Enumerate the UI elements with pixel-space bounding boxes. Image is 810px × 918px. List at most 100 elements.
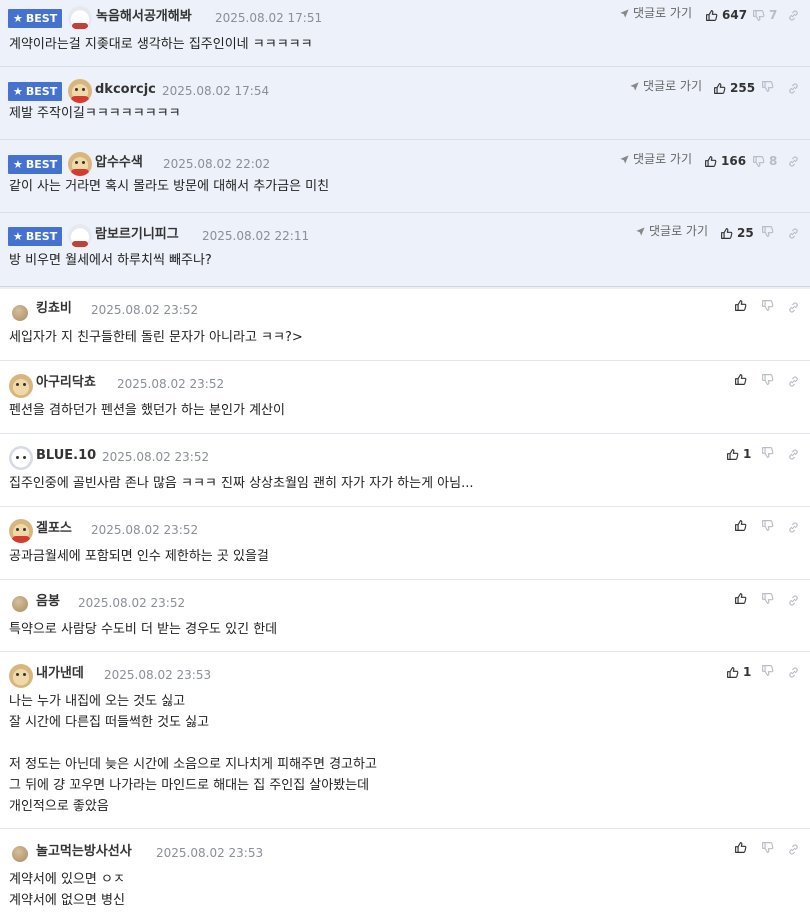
avatar[interactable] [9, 446, 33, 470]
nickname[interactable]: 녹음해서공개해봐 [96, 9, 192, 25]
avatar[interactable] [9, 519, 33, 543]
avatar[interactable] [68, 6, 92, 30]
link-icon [787, 227, 800, 240]
reply-label: 댓글로 가기 [643, 79, 703, 93]
downvote-button[interactable] [761, 664, 778, 677]
downvote-button[interactable]: 8 [752, 153, 777, 169]
thumb-down-icon [761, 446, 774, 459]
avatar[interactable] [68, 79, 92, 103]
nickname[interactable]: 람보르기니피그 [95, 227, 179, 243]
copy-link-button[interactable] [787, 520, 800, 534]
avatar[interactable] [12, 305, 28, 321]
upvote-button[interactable] [734, 841, 751, 854]
downvote-button[interactable] [761, 299, 778, 312]
thumb-up-icon [734, 592, 747, 605]
avatar[interactable] [12, 596, 28, 612]
star-icon: ★ [13, 85, 23, 98]
nickname[interactable]: 아구리닥쵸 [36, 375, 96, 391]
nickname[interactable]: 압수수색 [95, 155, 143, 171]
reply-link[interactable]: 댓글로 가기 [635, 223, 708, 239]
copy-link-button[interactable] [787, 300, 800, 314]
comment-text: 계약이라는걸 지좆대로 생각하는 집주인이네 ㅋㅋㅋㅋㅋ [9, 37, 313, 52]
copy-link-button[interactable] [787, 842, 800, 856]
timestamp: 2025.08.02 23:52 [91, 523, 199, 537]
avatar[interactable] [68, 224, 92, 248]
reply-link[interactable]: 댓글로 가기 [629, 78, 702, 94]
thumb-up-icon [734, 519, 747, 532]
timestamp: 2025.08.02 23:52 [78, 596, 186, 610]
timestamp: 2025.08.02 23:52 [117, 377, 225, 391]
upvote-button[interactable] [734, 519, 751, 532]
comment-list: ★ BEST 녹음해서공개해봐 2025.08.02 17:51 댓글로 가기 6… [0, 0, 810, 918]
nickname[interactable]: 내가낸데 [36, 666, 84, 682]
thumb-down-icon [761, 592, 774, 605]
upvote-button[interactable]: 647 [705, 7, 747, 23]
copy-link-button[interactable] [787, 665, 800, 679]
upvote-button[interactable]: 255 [713, 80, 755, 96]
reply-link[interactable]: 댓글로 가기 [619, 151, 692, 167]
link-icon [787, 375, 800, 388]
upvote-button[interactable] [734, 592, 751, 605]
copy-link-button[interactable] [787, 593, 800, 607]
copy-link-button[interactable] [787, 226, 800, 240]
pointer-icon [619, 8, 630, 19]
upvote-count: 166 [721, 154, 747, 168]
upvote-button[interactable]: 1 [726, 446, 751, 462]
best-badge-label: BEST [25, 12, 58, 25]
copy-link-button[interactable] [787, 8, 800, 22]
thumb-up-icon [720, 227, 733, 240]
thumb-down-icon [761, 841, 774, 854]
upvote-count: 647 [722, 8, 748, 22]
avatar[interactable] [12, 846, 28, 862]
downvote-button[interactable] [761, 80, 778, 93]
link-icon [787, 521, 800, 534]
nickname[interactable]: 음봉 [36, 594, 60, 610]
downvote-button[interactable] [761, 592, 778, 605]
reply-label: 댓글로 가기 [633, 152, 693, 166]
thumb-up-icon [705, 9, 718, 22]
comment-item: ★ BEST 녹음해서공개해봐 2025.08.02 17:51 댓글로 가기 6… [0, 0, 810, 67]
downvote-button[interactable] [761, 446, 778, 459]
downvote-button[interactable] [761, 373, 778, 386]
upvote-button[interactable]: 1 [726, 664, 751, 680]
nickname[interactable]: 킹쵸비 [36, 301, 72, 317]
upvote-count: 1 [743, 447, 752, 461]
thumb-down-icon [761, 373, 774, 386]
thumb-down-icon [761, 664, 774, 677]
upvote-button[interactable] [734, 299, 751, 312]
downvote-button[interactable]: 7 [752, 7, 777, 23]
upvote-count: 1 [743, 665, 752, 679]
comment-text: 계약서에 있으면 ㅇㅈ 계약서에 없으면 병신 [9, 872, 125, 908]
copy-link-button[interactable] [787, 374, 800, 388]
nickname[interactable]: dkcorcjc [95, 82, 156, 98]
thumb-up-icon [726, 448, 739, 461]
avatar[interactable] [9, 664, 33, 688]
timestamp: 2025.08.02 22:02 [163, 157, 271, 171]
upvote-button[interactable]: 166 [704, 153, 746, 169]
best-badge: ★ BEST [8, 82, 63, 101]
link-icon [787, 301, 800, 314]
thumb-down-icon [761, 225, 774, 238]
best-badge: ★ BEST [8, 155, 63, 174]
nickname[interactable]: 놀고먹는방사선사 [36, 844, 132, 860]
downvote-button[interactable] [761, 519, 778, 532]
nickname[interactable]: BLUE.10 [36, 448, 96, 464]
timestamp: 2025.08.02 23:52 [91, 303, 199, 317]
copy-link-button[interactable] [787, 81, 800, 95]
copy-link-button[interactable] [787, 447, 800, 461]
comment-item: ★ BEST 압수수색 2025.08.02 22:02 댓글로 가기 166 8… [0, 140, 810, 213]
thumb-up-icon [726, 666, 739, 679]
downvote-button[interactable] [761, 841, 778, 854]
reply-link[interactable]: 댓글로 가기 [619, 5, 692, 21]
upvote-button[interactable]: 25 [720, 225, 754, 241]
best-badge: ★ BEST [8, 9, 63, 28]
upvote-button[interactable] [734, 373, 751, 386]
downvote-count: 8 [769, 154, 778, 168]
nickname[interactable]: 겔포스 [36, 521, 72, 537]
avatar[interactable] [68, 152, 92, 176]
copy-link-button[interactable] [787, 154, 800, 168]
timestamp: 2025.08.02 17:51 [215, 11, 323, 25]
downvote-button[interactable] [761, 225, 778, 238]
comment-item: 음봉 2025.08.02 23:52 특약으로 사람당 수도비 더 받는 경우… [0, 580, 810, 652]
avatar[interactable] [9, 374, 33, 398]
